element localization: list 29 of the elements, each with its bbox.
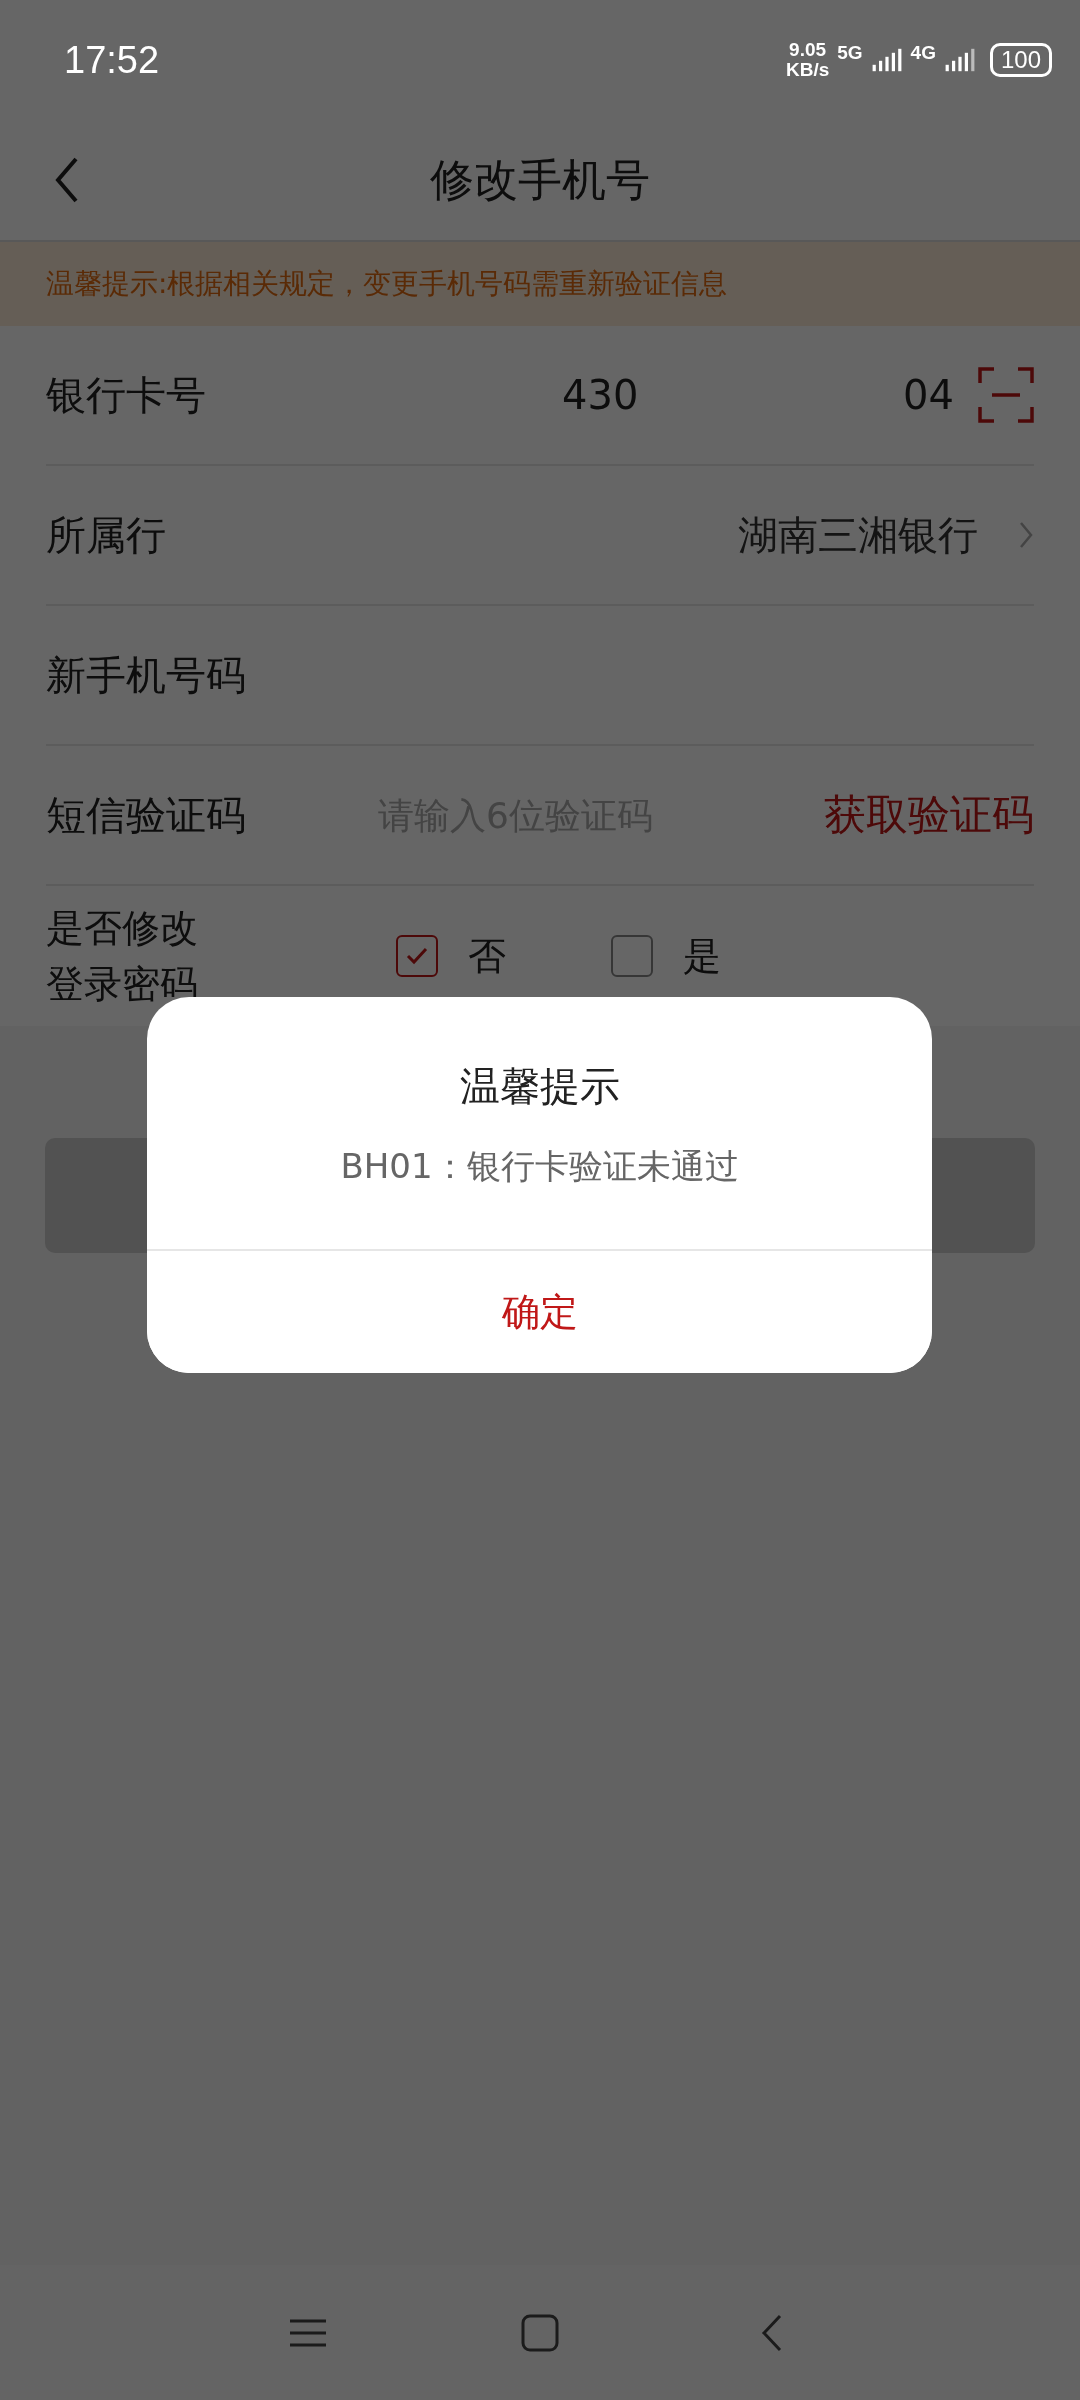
page-title: 修改手机号	[430, 152, 650, 207]
bank-name[interactable]: 湖南三湘银行	[738, 507, 978, 563]
network-type: 5G	[837, 42, 863, 64]
network-type: 4G	[910, 42, 936, 64]
notice-banner: 温馨提示:根据相关规定，变更手机号码需重新验证信息	[0, 242, 1080, 326]
network-speed: 9.05	[789, 40, 827, 60]
checkbox[interactable]	[611, 935, 653, 977]
option-label: 是	[683, 932, 721, 980]
field-label: 所属行	[46, 510, 167, 560]
confirm-button[interactable]: 确定	[147, 1249, 932, 1373]
status-time: 17:52	[64, 38, 160, 82]
home-icon[interactable]	[520, 2312, 560, 2353]
battery-level: 100	[989, 43, 1052, 77]
field-label: 新手机号码	[46, 650, 247, 700]
dialog-title: 温馨提示	[459, 1062, 620, 1111]
get-code-link[interactable]: 获取验证码	[824, 787, 1034, 843]
network-speed-unit: KB/s	[785, 60, 830, 80]
card-number: 430	[562, 372, 639, 418]
field-label: 银行卡号	[46, 370, 207, 420]
signal-icon	[870, 48, 903, 72]
dialog-message: BH01：银行卡验证未通过	[340, 1145, 739, 1188]
chevron-icon	[1018, 520, 1034, 550]
field-label: 短信验证码	[46, 790, 247, 840]
card-number: 04	[903, 372, 954, 418]
option-label: 否	[468, 932, 506, 980]
field-label: 是否修改	[46, 905, 198, 952]
scan-icon[interactable]	[978, 367, 1034, 423]
checkbox[interactable]	[396, 935, 438, 977]
signal-icon	[943, 48, 976, 72]
